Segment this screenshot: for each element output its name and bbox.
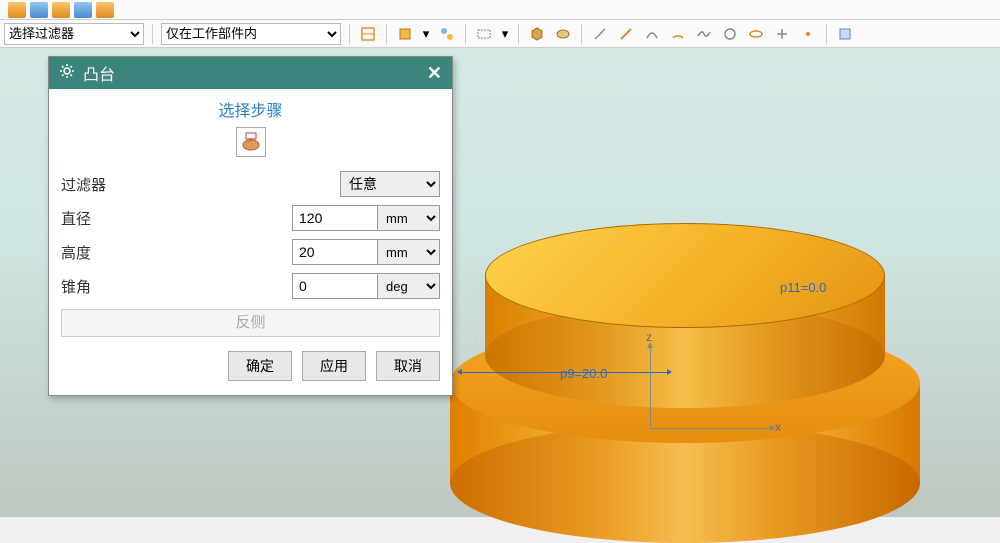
boss-model <box>450 223 920 533</box>
select-face-icon[interactable] <box>236 127 266 157</box>
label-diameter: 直径 <box>61 208 292 229</box>
separator <box>349 24 350 44</box>
taper-unit-select[interactable]: deg <box>378 273 440 299</box>
face-icon[interactable] <box>553 24 573 44</box>
row-diameter: 直径 mm <box>61 201 440 235</box>
dimension-label-p11: p11=0.0 <box>780 280 826 295</box>
scope-filter-dropdown[interactable]: 仅在工作部件内 <box>161 23 341 45</box>
spline-icon[interactable] <box>694 24 714 44</box>
toolbar-icon[interactable] <box>74 2 92 18</box>
plus-icon[interactable] <box>772 24 792 44</box>
dialog-titlebar[interactable]: 凸台 ✕ <box>49 57 452 89</box>
solid-icon[interactable] <box>527 24 547 44</box>
ok-button[interactable]: 确定 <box>228 351 292 381</box>
rectangle-select-icon[interactable] <box>474 24 494 44</box>
diameter-input[interactable] <box>292 205 378 231</box>
selection-filter-dropdown[interactable]: 选择过滤器 <box>4 23 144 45</box>
dropdown-arrow-icon[interactable]: ▾ <box>421 24 431 44</box>
toolbar-icon[interactable] <box>358 24 378 44</box>
dialog-title-text: 凸台 <box>83 61 427 85</box>
toolbar-icon[interactable] <box>835 24 855 44</box>
row-filter: 过滤器 任意 <box>61 167 440 201</box>
arc-icon[interactable] <box>668 24 688 44</box>
curve-icon[interactable] <box>642 24 662 44</box>
boss-dialog: 凸台 ✕ 选择步骤 过滤器 任意 直径 mm 高度 mm <box>48 56 453 396</box>
separator <box>386 24 387 44</box>
dialog-body: 选择步骤 过滤器 任意 直径 mm 高度 mm 锥角 <box>49 89 452 395</box>
cancel-button[interactable]: 取消 <box>376 351 440 381</box>
toolbar-icon[interactable] <box>30 2 48 18</box>
flip-button[interactable]: 反侧 <box>61 309 440 337</box>
height-input[interactable] <box>292 239 378 265</box>
circle-icon[interactable] <box>720 24 740 44</box>
dialog-actions: 确定 应用 取消 <box>61 351 440 381</box>
row-taper: 锥角 deg <box>61 269 440 303</box>
separator <box>152 24 153 44</box>
dimension-label-p9: p9=20.0 <box>560 366 607 381</box>
dropdown-arrow-icon[interactable]: ▾ <box>500 24 510 44</box>
taper-input[interactable] <box>292 273 378 299</box>
height-unit-select[interactable]: mm <box>378 239 440 265</box>
ellipse-icon[interactable] <box>746 24 766 44</box>
toolbar-icon[interactable] <box>8 2 26 18</box>
separator <box>581 24 582 44</box>
label-height: 高度 <box>61 242 292 263</box>
gear-icon[interactable] <box>59 63 75 83</box>
separator <box>465 24 466 44</box>
line-icon[interactable] <box>590 24 610 44</box>
toolbar-icon[interactable] <box>96 2 114 18</box>
edge-icon[interactable] <box>616 24 636 44</box>
label-taper: 锥角 <box>61 276 292 297</box>
row-height: 高度 mm <box>61 235 440 269</box>
label-filter: 过滤器 <box>61 174 340 195</box>
diameter-unit-select[interactable]: mm <box>378 205 440 231</box>
toolbar-icons-row <box>0 0 1000 20</box>
separator <box>518 24 519 44</box>
filter-bar: 选择过滤器 仅在工作部件内 ▾ ▾ <box>0 20 1000 48</box>
filter-select[interactable]: 任意 <box>340 171 440 197</box>
toolbar-icon[interactable] <box>52 2 70 18</box>
close-icon[interactable]: ✕ <box>427 63 442 84</box>
toolbar-icon[interactable] <box>395 24 415 44</box>
step-section: 选择步骤 <box>61 97 440 157</box>
step-label: 选择步骤 <box>61 97 440 121</box>
toolbar-icon[interactable] <box>437 24 457 44</box>
separator <box>826 24 827 44</box>
point-icon[interactable] <box>798 24 818 44</box>
apply-button[interactable]: 应用 <box>302 351 366 381</box>
